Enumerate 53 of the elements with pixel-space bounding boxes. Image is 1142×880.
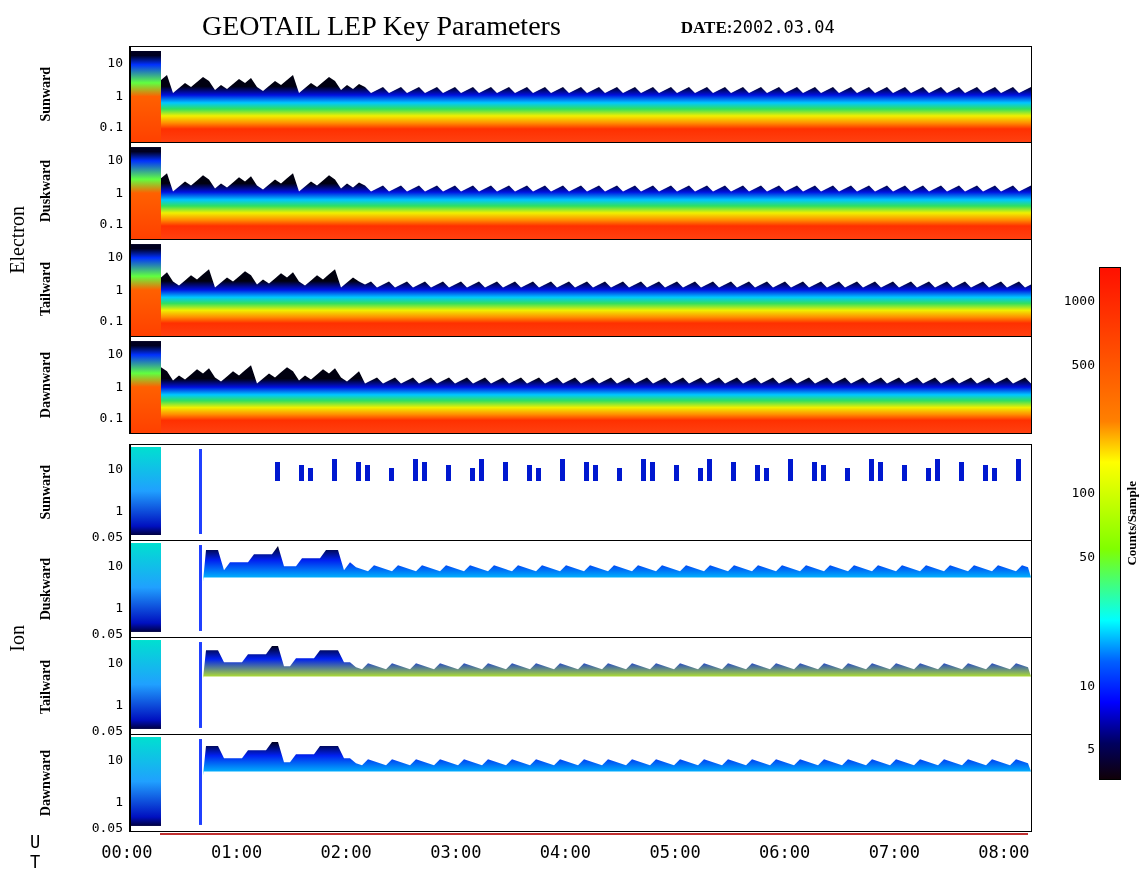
x-tick-label: 08:00 bbox=[977, 842, 1031, 862]
y-tick-label: 0.05 bbox=[91, 821, 123, 836]
x-tick-label: 03:00 bbox=[429, 842, 483, 862]
y-tick-label: 10 bbox=[107, 250, 123, 265]
panel-label: Duskward bbox=[38, 558, 54, 621]
y-tick-label: 10 bbox=[107, 56, 123, 71]
panel-label: Dawnward bbox=[38, 352, 54, 419]
panel-label: Sunward bbox=[38, 465, 54, 520]
y-tick-label: 1 bbox=[115, 697, 123, 712]
y-tick-label: 1 bbox=[115, 794, 123, 809]
x-tick-label: 02:00 bbox=[319, 842, 373, 862]
y-tick-label: 0.1 bbox=[99, 314, 123, 329]
date-label: DATE:2002.03.04 bbox=[680, 16, 835, 39]
y-tick-label: 0.1 bbox=[99, 217, 123, 232]
chart-title: GEOTAIL LEP Key Parameters bbox=[202, 9, 561, 43]
y-tick-label: 1 bbox=[115, 283, 123, 298]
colorbar-tick-label: 100 bbox=[1071, 485, 1095, 500]
panel-label: Tailward bbox=[38, 659, 54, 714]
panel-label: Dawnward bbox=[38, 750, 54, 817]
y-tick-label: 0.1 bbox=[99, 120, 123, 135]
y-tick-label: 1 bbox=[115, 380, 123, 395]
colorbar-tick-label: 50 bbox=[1079, 549, 1095, 564]
y-tick-label: 1 bbox=[115, 600, 123, 615]
y-tick-label: 10 bbox=[107, 347, 123, 362]
y-tick-label: 0.05 bbox=[91, 724, 123, 739]
y-tick-label: 10 bbox=[107, 753, 123, 768]
y-tick-label: 0.05 bbox=[91, 627, 123, 642]
y-tick-label: 0.05 bbox=[91, 530, 123, 545]
y-tick-label: 10 bbox=[107, 462, 123, 477]
panel-label: Sunward bbox=[38, 67, 54, 122]
colorbar-tick-label: 5 bbox=[1087, 742, 1095, 757]
colorbar-tick-label: 10 bbox=[1079, 679, 1095, 694]
group-label: Electron bbox=[5, 206, 29, 274]
y-tick-label: 10 bbox=[107, 559, 123, 574]
colorbar-tick-label: 500 bbox=[1071, 357, 1095, 372]
panel-label: Tailward bbox=[38, 261, 54, 316]
x-tick-label: 05:00 bbox=[648, 842, 702, 862]
colorbar-label: Counts/Sample bbox=[1124, 481, 1140, 566]
x-tick-label: 06:00 bbox=[758, 842, 812, 862]
y-tick-label: 1 bbox=[115, 89, 123, 104]
y-tick-label: 10 bbox=[107, 153, 123, 168]
colorbar-tick-label: 1000 bbox=[1063, 293, 1095, 308]
y-tick-label: 0.1 bbox=[99, 411, 123, 426]
y-tick-label: 1 bbox=[115, 503, 123, 518]
x-tick-label: 00:00 bbox=[100, 842, 154, 862]
x-tick-label: 04:00 bbox=[538, 842, 593, 862]
x-tick-label: 01:00 bbox=[210, 842, 264, 862]
y-tick-label: 1 bbox=[115, 186, 123, 201]
panel-label: Duskward bbox=[38, 160, 54, 223]
group-label: Ion bbox=[5, 624, 29, 652]
x-tick-label: 07:00 bbox=[867, 842, 921, 862]
time-axis-label: U T bbox=[29, 832, 54, 872]
y-tick-label: 10 bbox=[107, 656, 123, 671]
